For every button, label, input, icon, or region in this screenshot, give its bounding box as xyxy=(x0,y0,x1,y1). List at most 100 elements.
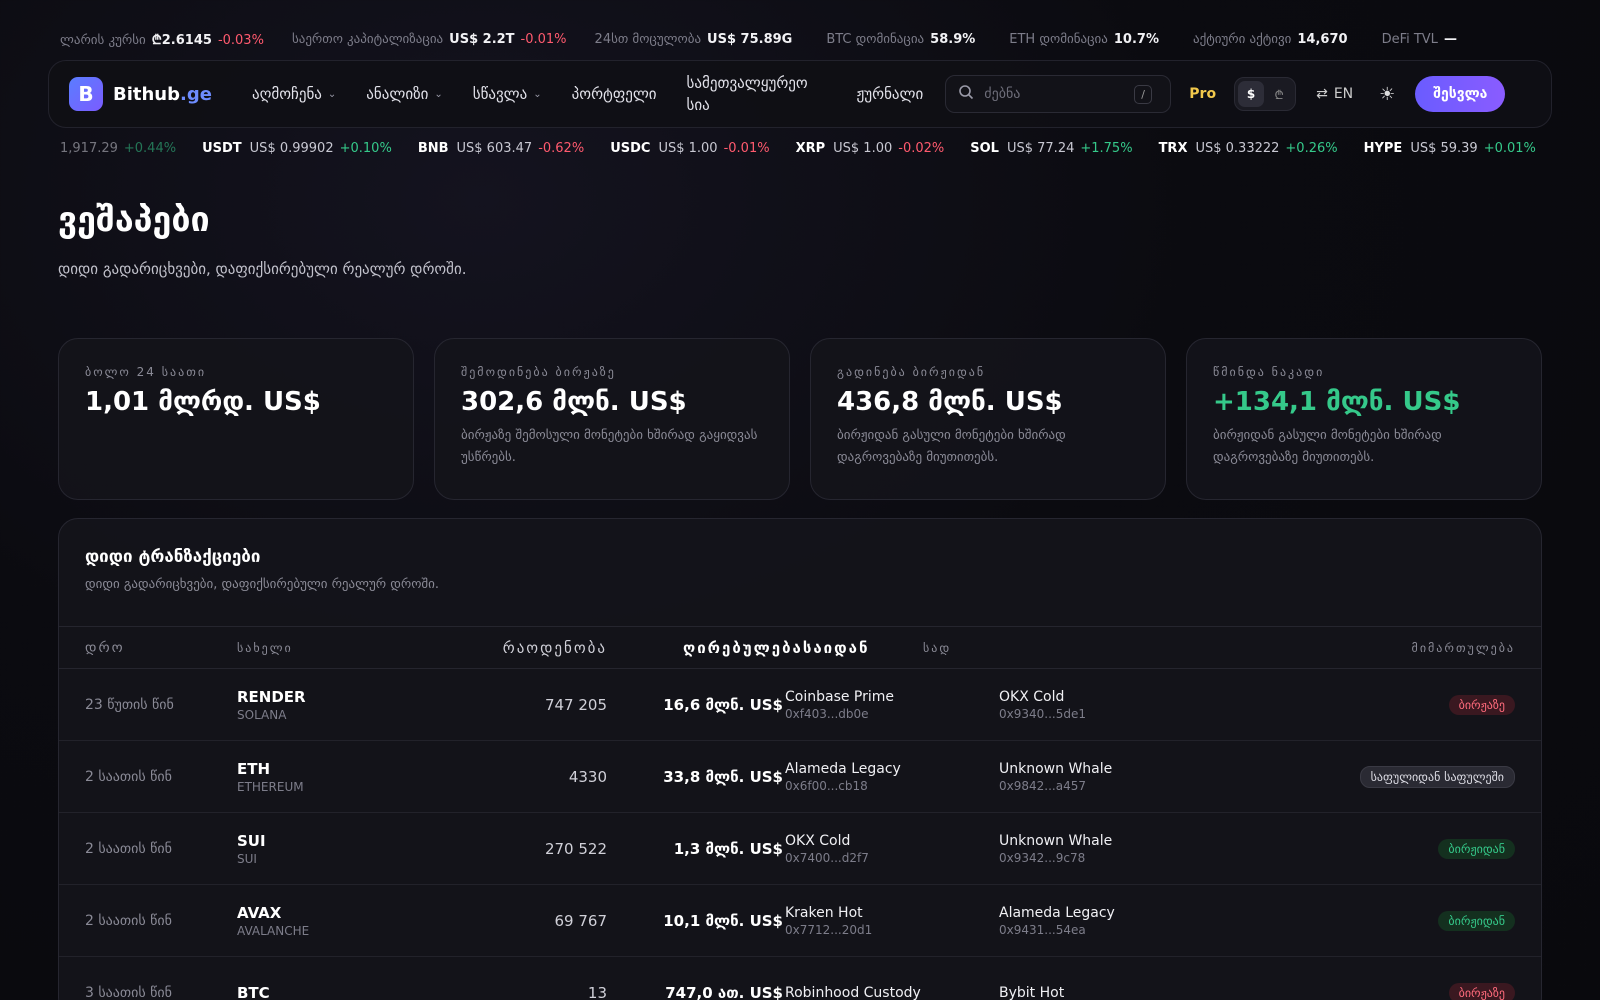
table-row[interactable]: 23 წუთის წინ RENDER SOLANA 747 205 16,6 მლნ.… xyxy=(59,669,1541,741)
cell-value: 16,6 მლნ. US$ xyxy=(663,695,783,714)
nav-item-watchlist[interactable]: სამეთვალყურეო სია xyxy=(687,72,827,116)
table-row[interactable]: 2 საათის წინ SUI SUI 270 522 1,3 მლნ. US$ OKX… xyxy=(59,813,1541,885)
cell-from: Alameda Legacy 0x6f00...cb18 xyxy=(783,761,999,793)
ticker-item[interactable]: USDC US$ 1.00 -0.01% xyxy=(610,141,769,156)
pro-link[interactable]: Pro xyxy=(1189,86,1216,102)
nav-item-label: ანალიზი xyxy=(366,85,429,103)
market-stat: DeFi TVL — xyxy=(1382,32,1463,47)
card-label: წმინდა ნაკადი xyxy=(1213,365,1325,379)
asset-symbol: AVAX xyxy=(237,903,282,922)
transactions-panel: დიდი ტრანზაქციები დიდი გადარიცხვები, დაფ… xyxy=(58,518,1542,1000)
ticker-item[interactable]: TRX US$ 0.33222 +0.26% xyxy=(1159,141,1338,156)
from-wallet-name: Kraken Hot xyxy=(785,904,863,921)
search-input[interactable] xyxy=(984,86,1125,102)
logo[interactable]: B Bithub.ge xyxy=(69,77,212,111)
market-stat-label: 24სთ მოცულობა xyxy=(594,31,702,47)
to-wallet-address[interactable]: 0x9842...a457 xyxy=(999,779,1239,793)
chevron-down-icon: ⌄ xyxy=(327,88,337,100)
asset-chain: ETHEREUM xyxy=(237,779,304,794)
table-row[interactable]: 2 საათის წინ AVAX AVALANCHE 69 767 10,1 მლნ.… xyxy=(59,885,1541,957)
nav-item-0[interactable]: აღმოჩენა ⌄ xyxy=(252,85,336,103)
market-stat-value: ₾2.6145 xyxy=(151,33,212,48)
to-wallet-name: Unknown Whale xyxy=(999,760,1113,777)
summary-cards: ბოლო 24 საათი 1,01 მლრდ. US$ შემოდინება ბი… xyxy=(58,338,1542,500)
ticker-item[interactable]: USDT US$ 0.99902 +0.10% xyxy=(202,141,392,156)
market-stat-label: DeFi TVL xyxy=(1381,31,1438,47)
currency-toggle[interactable]: $ ₾ xyxy=(1234,77,1297,111)
ticker-price: US$ 77.24 xyxy=(1006,140,1075,156)
direction-badge: ბირჟაზე xyxy=(1448,983,1515,1000)
translate-icon: ⇄ xyxy=(1316,86,1328,102)
cell-name: RENDER SOLANA xyxy=(237,688,437,722)
from-wallet-address[interactable]: 0x7712...20d1 xyxy=(785,923,999,937)
market-stat: BTC დომინაცია 58.9% xyxy=(826,32,981,47)
header-to[interactable]: სად xyxy=(923,641,1217,655)
from-wallet-address[interactable]: 0xf403...db0e xyxy=(785,707,999,721)
sun-icon[interactable]: ☀ xyxy=(1379,84,1395,105)
from-wallet-address[interactable]: 0x6f00...cb18 xyxy=(785,779,999,793)
ticker-item[interactable]: SOL US$ 77.24 +1.75% xyxy=(970,141,1132,156)
ticker-change: +1.75% xyxy=(1080,140,1133,156)
card-description: ბირჟიდან გასული მონეტები ხშირად დაგროვებ… xyxy=(837,428,1066,465)
market-stat: საერთო კაპიტალიზაცია US$ 2.2T -0.01% xyxy=(292,32,567,47)
header-quantity[interactable]: რაოდენობა xyxy=(437,639,607,657)
nav-item-1[interactable]: ანალიზი ⌄ xyxy=(366,85,442,103)
market-stat-label: ლარის კურსი xyxy=(60,33,146,48)
ticker-item[interactable]: 1,917.29 +0.44% xyxy=(60,141,176,156)
to-wallet-name: Alameda Legacy xyxy=(999,904,1115,921)
header-value-from[interactable]: ღირებულებასაიდან xyxy=(607,639,923,657)
logo-text: Bithub.ge xyxy=(113,83,212,105)
market-stat-label: ETH დომინაცია xyxy=(1009,31,1108,47)
nav-item-label: პორტფელი xyxy=(571,85,657,103)
nav-item-journal[interactable]: ჟურნალი xyxy=(857,85,924,103)
table-row[interactable]: 2 საათის წინ ETH ETHEREUM 4330 33,8 მლნ. US$… xyxy=(59,741,1541,813)
login-button[interactable]: შესვლა xyxy=(1415,76,1506,112)
ticker-item[interactable]: XRP US$ 1.00 -0.02% xyxy=(796,141,945,156)
to-wallet-address[interactable]: 0x9431...54ea xyxy=(999,923,1239,937)
market-stat: ლარის კურსი ₾2.6145 -0.03% xyxy=(60,30,264,48)
ticker-price: US$ 0.99902 xyxy=(249,140,334,156)
search-icon xyxy=(958,84,974,104)
ticker-change: +0.01% xyxy=(1483,140,1536,156)
cell-to: Alameda Legacy 0x9431...54ea xyxy=(999,905,1239,937)
currency-gel-option[interactable]: ₾ xyxy=(1266,81,1292,107)
to-wallet-name: Unknown Whale xyxy=(999,832,1113,849)
from-wallet-address[interactable]: 0x7400...d2f7 xyxy=(785,851,999,865)
language-switcher[interactable]: ⇄ EN xyxy=(1316,86,1353,102)
ticker-price: US$ 1.00 xyxy=(833,140,893,156)
to-wallet-address[interactable]: 0x9340...5de1 xyxy=(999,707,1239,721)
ticker-symbol: TRX xyxy=(1158,140,1188,156)
header-direction[interactable]: მიმართულება xyxy=(1217,641,1541,655)
direction-badge: ბირჟიდან xyxy=(1438,839,1515,859)
chevron-down-icon: ⌄ xyxy=(434,88,443,100)
currency-usd-option[interactable]: $ xyxy=(1238,81,1265,107)
ticker-change: -0.62% xyxy=(538,140,585,156)
cell-quantity: 13 xyxy=(587,983,607,1000)
nav-item-2[interactable]: სწავლა ⌄ xyxy=(473,85,542,103)
header-time[interactable]: დრო xyxy=(59,640,237,656)
nav-item-3[interactable]: პორტფელი xyxy=(572,85,657,103)
cell-from: Robinhood Custody xyxy=(783,985,999,1000)
card-value: 302,6 მლნ. US$ xyxy=(461,387,687,417)
ticker-item[interactable]: BNB US$ 603.47 -0.62% xyxy=(418,141,584,156)
to-wallet-name: OKX Cold xyxy=(999,688,1065,705)
to-wallet-address[interactable]: 0x9342...9c78 xyxy=(999,851,1239,865)
table-row[interactable]: 3 საათის წინ BTC 13 747,0 ათ. US$ Robinhood … xyxy=(59,957,1541,1000)
market-stat-value: US$ 2.2T xyxy=(449,31,515,47)
search-box[interactable]: / xyxy=(945,75,1172,113)
ticker-change: +0.10% xyxy=(339,140,392,156)
cell-quantity: 4330 xyxy=(568,767,607,786)
cell-quantity: 270 522 xyxy=(544,839,607,858)
market-stat-change: -0.01% xyxy=(520,31,567,47)
nav-item-label: სწავლა xyxy=(472,85,528,103)
asset-symbol: SUI xyxy=(237,831,266,850)
market-stat: ETH დომინაცია 10.7% xyxy=(1009,32,1165,47)
market-stat: 24სთ მოცულობა US$ 75.89G xyxy=(595,32,799,47)
header-name[interactable]: სახელი xyxy=(237,641,437,655)
page-title: ვეშაპები xyxy=(58,200,210,240)
ticker-symbol: XRP xyxy=(795,140,826,156)
market-stat-label: BTC დომინაცია xyxy=(826,31,925,47)
card-value: 1,01 მლრდ. US$ xyxy=(85,387,321,417)
ticker-price: 1,917.29 xyxy=(60,140,118,156)
ticker-item[interactable]: HYPE US$ 59.39 +0.01% xyxy=(1364,141,1536,156)
